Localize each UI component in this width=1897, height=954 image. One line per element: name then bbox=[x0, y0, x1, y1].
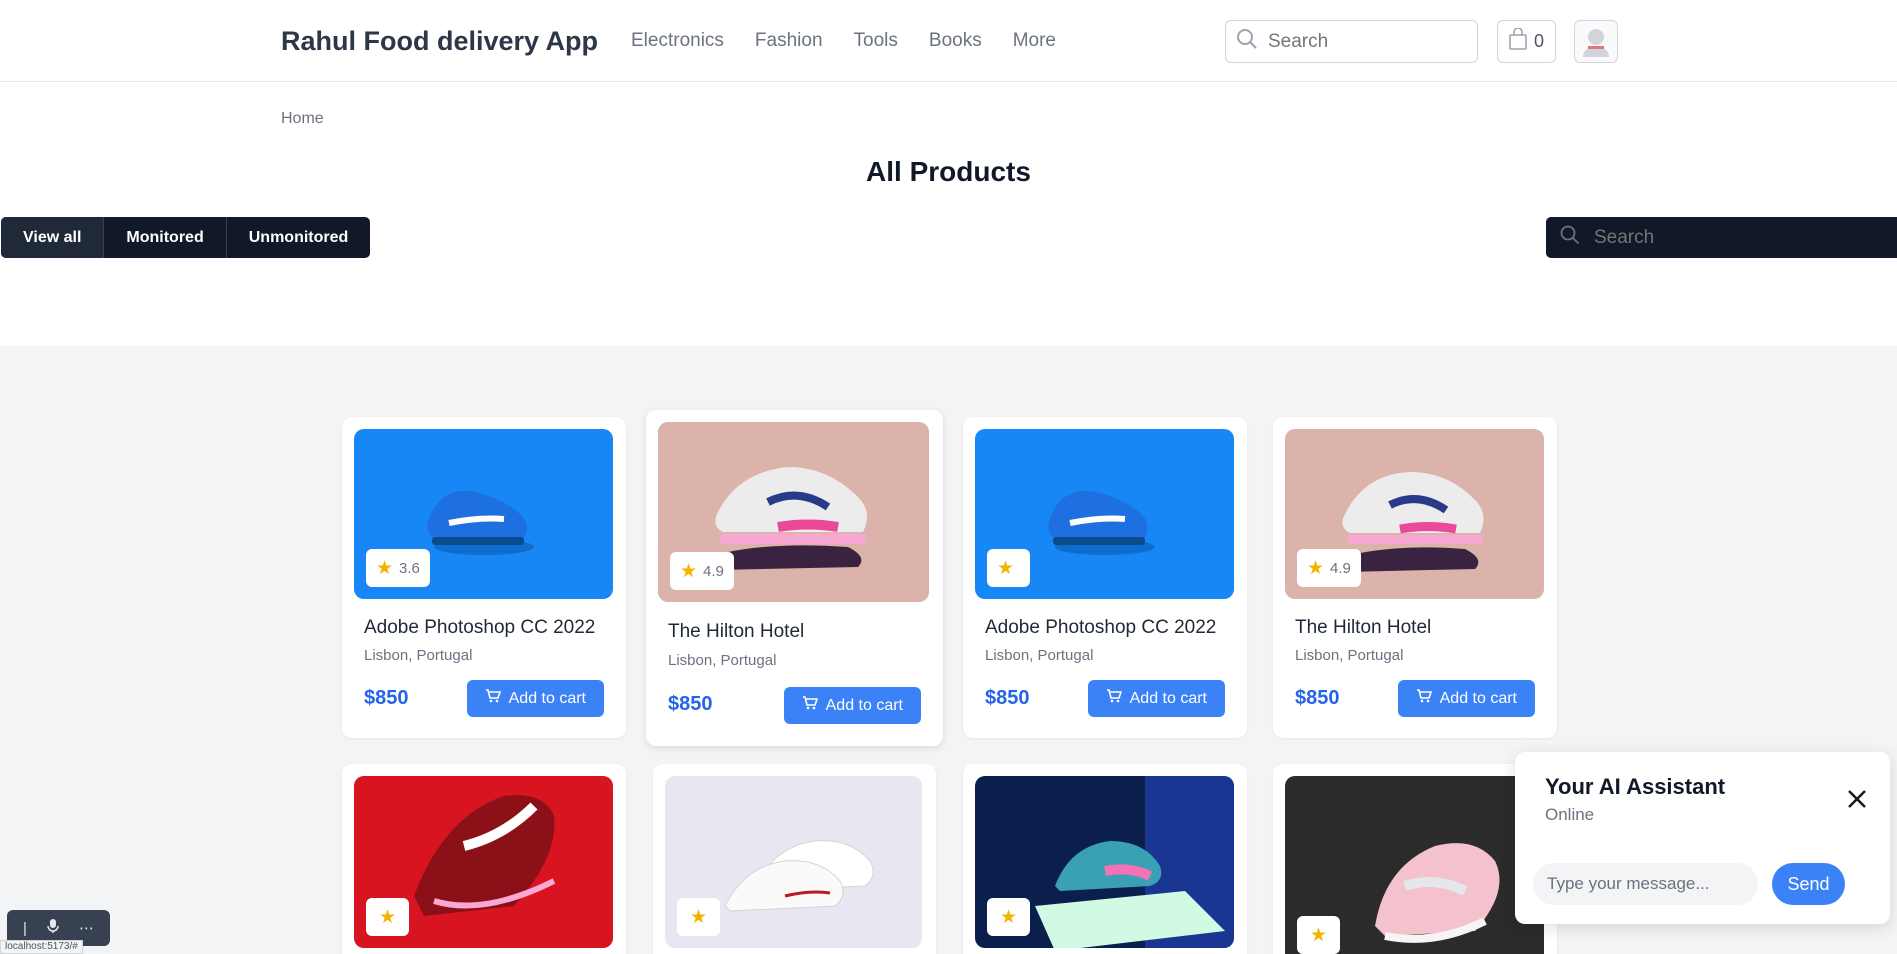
rating-badge: ★ bbox=[987, 898, 1030, 936]
add-to-cart-button[interactable]: Add to cart bbox=[1397, 680, 1535, 717]
product-card[interactable]: ★ 4.9 The Hilton Hotel Lisbon, Portugal $… bbox=[1273, 417, 1557, 738]
product-price: $850 bbox=[668, 693, 713, 715]
product-image[interactable]: ★ 4.9 bbox=[658, 422, 929, 602]
product-name[interactable]: The Hilton Hotel bbox=[668, 621, 804, 643]
add-to-cart-label: Add to cart bbox=[1439, 689, 1517, 707]
search-icon bbox=[1560, 225, 1580, 250]
rating-value: 4.9 bbox=[703, 562, 724, 580]
product-price: $850 bbox=[364, 687, 409, 709]
star-icon: ★ bbox=[1307, 557, 1325, 579]
top-navbar: Rahul Food delivery App Electronics Fash… bbox=[0, 0, 1897, 82]
add-to-cart-button[interactable]: Add to cart bbox=[783, 687, 921, 724]
product-location: Lisbon, Portugal bbox=[364, 647, 473, 664]
cart-icon bbox=[485, 688, 501, 709]
nav-books[interactable]: Books bbox=[929, 30, 982, 52]
rating-badge: ★ bbox=[677, 898, 720, 936]
product-card[interactable]: ★ bbox=[653, 764, 936, 954]
nav-tools[interactable]: Tools bbox=[854, 30, 898, 52]
cart-button[interactable]: 0 bbox=[1497, 20, 1556, 63]
product-card[interactable]: ★ bbox=[963, 764, 1247, 954]
product-image[interactable]: ★ 4.9 bbox=[1285, 429, 1544, 599]
assistant-message-input[interactable]: Type your message... bbox=[1533, 863, 1758, 905]
nav-electronics[interactable]: Electronics bbox=[631, 30, 724, 52]
filter-monitored[interactable]: Monitored bbox=[104, 217, 227, 258]
rating-badge: ★ 4.9 bbox=[1297, 549, 1361, 587]
microphone-icon[interactable] bbox=[47, 918, 59, 938]
nav-more[interactable]: More bbox=[1013, 30, 1056, 52]
add-to-cart-button[interactable]: Add to cart bbox=[1087, 680, 1225, 717]
product-name[interactable]: Adobe Photoshop CC 2022 bbox=[364, 617, 595, 639]
product-image[interactable]: ★ bbox=[1285, 776, 1544, 954]
add-to-cart-label: Add to cart bbox=[1129, 689, 1207, 707]
product-image[interactable]: ★ bbox=[975, 429, 1234, 599]
ai-assistant-panel: Your AI Assistant Online Type your messa… bbox=[1515, 752, 1890, 924]
cart-count: 0 bbox=[1533, 31, 1544, 51]
search-icon bbox=[1236, 28, 1258, 55]
product-image[interactable]: ★ bbox=[354, 776, 613, 948]
product-location: Lisbon, Portugal bbox=[668, 652, 777, 669]
header-search-input[interactable] bbox=[1268, 30, 1458, 53]
product-card[interactable]: ★ 4.9 The Hilton Hotel Lisbon, Portugal $… bbox=[646, 410, 943, 746]
star-icon: ★ bbox=[1309, 924, 1328, 946]
send-button[interactable]: Send bbox=[1772, 863, 1845, 905]
product-name[interactable]: Adobe Photoshop CC 2022 bbox=[985, 617, 1216, 639]
product-location: Lisbon, Portugal bbox=[1295, 647, 1404, 664]
shopping-bag-icon bbox=[1509, 27, 1527, 55]
cart-icon bbox=[1106, 688, 1122, 709]
product-search[interactable] bbox=[1546, 217, 1897, 258]
page-title: All Products bbox=[866, 156, 1031, 187]
assistant-status: Online bbox=[1545, 805, 1595, 824]
star-icon: ★ bbox=[376, 557, 394, 579]
rating-value: 3.6 bbox=[399, 559, 420, 577]
add-to-cart-button[interactable]: Add to cart bbox=[466, 680, 604, 717]
product-image[interactable]: ★ bbox=[665, 776, 922, 948]
product-card[interactable]: ★ Adobe Photoshop CC 2022 Lisbon, Portug… bbox=[963, 417, 1247, 738]
nav-fashion[interactable]: Fashion bbox=[755, 30, 823, 52]
star-icon: ★ bbox=[999, 906, 1018, 928]
user-avatar[interactable] bbox=[1574, 20, 1618, 63]
cart-icon bbox=[1416, 688, 1432, 709]
product-search-input[interactable] bbox=[1594, 226, 1874, 249]
product-price: $850 bbox=[1295, 687, 1340, 709]
rating-badge: ★ bbox=[987, 549, 1031, 587]
star-icon: ★ bbox=[378, 906, 397, 928]
cart-icon bbox=[802, 695, 818, 716]
add-to-cart-label: Add to cart bbox=[825, 696, 903, 714]
rating-badge: ★ 4.9 bbox=[670, 552, 734, 590]
star-icon: ★ bbox=[997, 557, 1015, 579]
rating-value: 4.9 bbox=[1330, 559, 1351, 577]
rating-badge: ★ 3.6 bbox=[366, 549, 430, 587]
cursor-icon[interactable]: | bbox=[23, 920, 27, 937]
star-icon: ★ bbox=[689, 906, 708, 928]
filter-unmonitored[interactable]: Unmonitored bbox=[227, 217, 371, 258]
more-icon[interactable]: ⋯ bbox=[79, 919, 94, 937]
filter-view-all[interactable]: View all bbox=[1, 217, 105, 258]
filter-segmented-control: View all Monitored Unmonitored bbox=[1, 217, 371, 258]
product-card[interactable]: ★ bbox=[342, 764, 626, 954]
main-nav: Electronics Fashion Tools Books More bbox=[631, 30, 1087, 52]
rating-badge: ★ bbox=[1297, 916, 1340, 954]
rating-badge: ★ bbox=[366, 898, 409, 936]
product-card[interactable]: ★ 3.6 Adobe Photoshop CC 2022 Lisbon, Por… bbox=[342, 417, 626, 738]
product-price: $850 bbox=[985, 687, 1030, 709]
product-name[interactable]: The Hilton Hotel bbox=[1295, 617, 1431, 639]
brand-title[interactable]: Rahul Food delivery App bbox=[281, 26, 598, 57]
product-image[interactable]: ★ 3.6 bbox=[354, 429, 613, 599]
product-image[interactable]: ★ bbox=[975, 776, 1234, 948]
star-icon: ★ bbox=[680, 560, 698, 582]
add-to-cart-label: Add to cart bbox=[508, 689, 586, 707]
product-location: Lisbon, Portugal bbox=[985, 647, 1094, 664]
header-search[interactable] bbox=[1225, 20, 1478, 63]
breadcrumb[interactable]: Home bbox=[281, 110, 324, 128]
close-icon[interactable] bbox=[1846, 788, 1868, 810]
status-url: localhost:5173/# bbox=[0, 940, 83, 954]
assistant-title: Your AI Assistant bbox=[1545, 774, 1726, 799]
